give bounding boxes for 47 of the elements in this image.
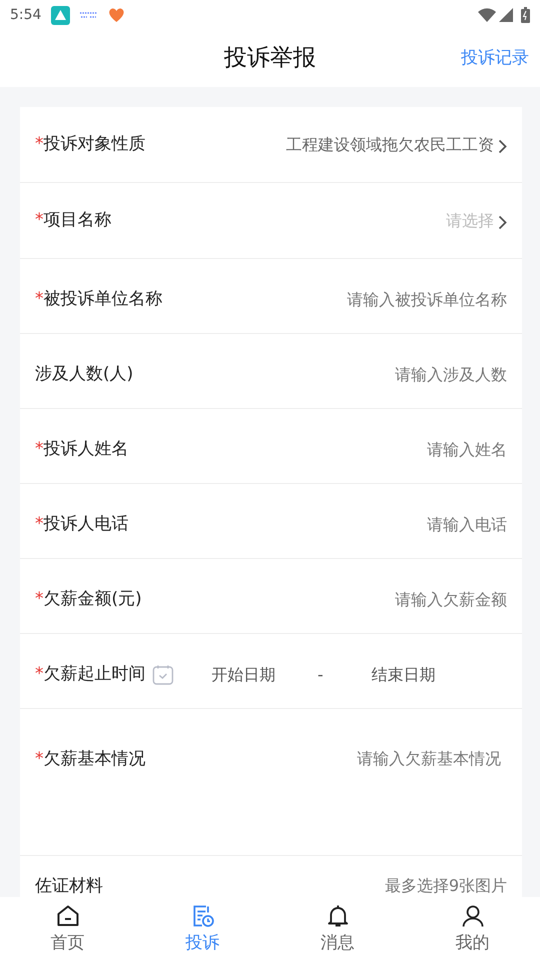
user-icon [460, 904, 484, 928]
upload-hint: 最多选择9张图片 [384, 875, 507, 897]
required-asterisk: * [35, 748, 44, 771]
tab-bar-item[interactable]: 首页 [0, 897, 135, 960]
required-asterisk: * [35, 513, 44, 536]
field-label: 欠薪起止时间 [44, 663, 146, 686]
calendar-icon [152, 664, 174, 686]
input-field[interactable]: 请输入姓名 [267, 438, 507, 462]
chevron-right-icon [498, 215, 507, 230]
home-icon [56, 904, 80, 928]
field-label: 投诉对象性质 [44, 132, 146, 156]
field-label: 项目名称 [44, 208, 112, 232]
page-title: 投诉举报 [224, 44, 316, 74]
text-area[interactable]: 请输入欠薪基本情况 [257, 747, 507, 837]
wifi-icon [478, 8, 496, 22]
bell-icon [326, 904, 350, 928]
input-field[interactable]: 请输入欠薪金额 [267, 588, 507, 612]
select-field[interactable]: 工程建设领域拖欠农民工工资 [286, 132, 507, 156]
required-asterisk: * [35, 663, 44, 686]
start-date-field[interactable]: 开始日期 [212, 663, 276, 687]
required-asterisk: * [35, 438, 44, 462]
field-label: 投诉人电话 [44, 513, 128, 536]
required-asterisk: * [35, 288, 44, 312]
tab-bar-item[interactable]: 我的 [405, 897, 540, 960]
chevron-right-icon [498, 139, 507, 154]
tab-bar-item[interactable]: 消息 [270, 897, 405, 960]
field-label: 欠薪基本情况 [44, 748, 146, 771]
field-label: 投诉人姓名 [44, 438, 128, 462]
date-separator: - [318, 664, 324, 686]
field-label: 欠薪金额(元) [44, 588, 142, 612]
signal-icon [499, 8, 513, 22]
input-field[interactable]: 请输入被投诉单位名称 [267, 288, 507, 312]
input-field[interactable]: 请输入电话 [267, 513, 507, 537]
field-label: 佐证材料 [35, 875, 103, 897]
document-clock-icon [190, 904, 214, 928]
field-label: 被投诉单位名称 [44, 288, 162, 312]
required-asterisk: * [35, 132, 44, 156]
field-label: 涉及人数(人) [35, 363, 134, 386]
input-field[interactable]: 请输入涉及人数 [267, 363, 507, 387]
app-notification-icon [51, 6, 70, 24]
status-time: 5:54 [10, 6, 42, 24]
complaint-records-link[interactable]: 投诉记录 [461, 46, 529, 72]
tab-bar-item[interactable]: 投诉 [135, 897, 270, 960]
battery-icon [521, 7, 530, 23]
end-date-field[interactable]: 结束日期 [371, 663, 436, 687]
required-asterisk: * [35, 208, 44, 232]
required-asterisk: * [35, 588, 44, 612]
